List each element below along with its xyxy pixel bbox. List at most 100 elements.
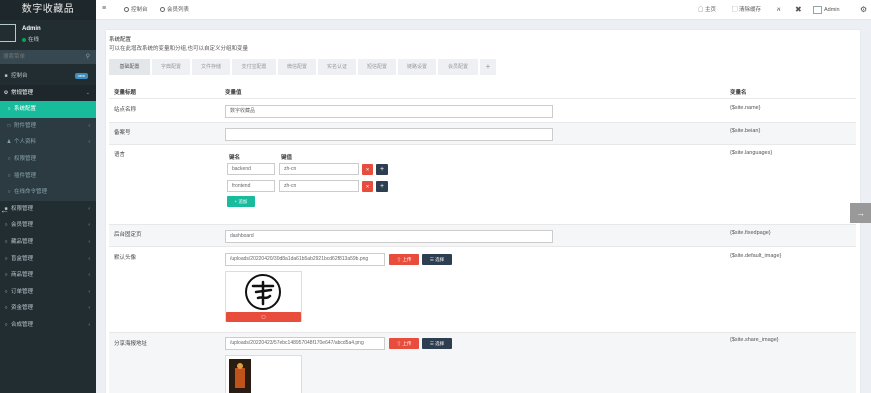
sidebar-item-label: 资金管理	[11, 305, 34, 312]
key-label: 键名	[229, 155, 241, 161]
tab-dashboard[interactable]: 控制台	[120, 4, 152, 16]
calligraphy-image	[245, 274, 281, 310]
online-dot-icon	[22, 37, 26, 42]
sidebar-item-goods[interactable]: ○ 商品管理 ‹	[0, 267, 96, 284]
sidebar-item-label: 商品管理	[11, 272, 34, 279]
sidebar-item-label: 插件管理	[14, 172, 37, 179]
group-icon: ○	[7, 155, 11, 162]
circle-icon: ○	[4, 272, 8, 279]
tab-member[interactable]: 会员配置	[438, 59, 478, 75]
settings-icon[interactable]: ⚙	[860, 4, 867, 16]
sidebar-item-attachment[interactable]: □ 附件管理 ‹	[0, 117, 96, 135]
tab-chain[interactable]: 链路设置	[398, 59, 436, 75]
admin-label: Admin	[824, 7, 840, 13]
tab-label: 控制台	[131, 7, 148, 13]
upload-button[interactable]: ⇧ 上传	[389, 338, 419, 349]
circle-icon: ○	[7, 106, 11, 113]
home-icon: ☖	[698, 7, 706, 13]
row-var: {$site.default_image}	[730, 253, 782, 259]
gear-icon: ⚙	[3, 89, 9, 96]
sidebar-item-label: 个人资料	[14, 139, 37, 146]
language-icon[interactable]: א	[777, 4, 780, 16]
sidebar-item-orders[interactable]: ○ 订单管理 ‹	[0, 284, 96, 301]
delete-icon[interactable]: ▢	[226, 312, 301, 322]
new-badge: new	[74, 73, 88, 79]
sidebar-item-collectible[interactable]: ○ 藏品管理 ‹	[0, 234, 96, 251]
sidebar-item-dashboard[interactable]: ■ 控制台 new	[0, 68, 96, 85]
choose-button[interactable]: ☰ 选择	[422, 338, 452, 349]
sidebar-item-config[interactable]: ○ 系统配置	[0, 101, 96, 118]
tab-alipay[interactable]: 支付宝配置	[232, 59, 276, 75]
sidebar-item-plugins[interactable]: ○ 插件管理	[0, 167, 96, 185]
sidebar-item-label: 会员管理	[11, 222, 34, 229]
tab-storage[interactable]: 文件存储	[192, 59, 230, 75]
default-image-input[interactable]: /uploads/20220420/30d8a1da61b5ab2921bcd6…	[225, 253, 385, 266]
row-label: 语言	[114, 152, 126, 158]
sidebar-item-auth[interactable]: ■ 权限管理 ‹	[0, 201, 96, 218]
row-var: {$site.name}	[730, 105, 761, 111]
remove-icon[interactable]: ✕	[362, 164, 373, 175]
share-image-input[interactable]: /uploads/20220423/57ebc148957048f170e647…	[225, 337, 385, 350]
sidebar-item-label: 盲盒管理	[11, 255, 34, 262]
search-icon[interactable]: ⚲	[86, 53, 90, 60]
fixed-page-input[interactable]: dashboard	[225, 230, 553, 243]
row-label: 站点名称	[114, 107, 137, 113]
sidebar-item-label: 系统配置	[14, 106, 37, 113]
chevron-left-icon: ‹	[88, 272, 90, 279]
tab-basic[interactable]: 基础配置	[109, 59, 150, 75]
chevron-left-icon: ‹	[88, 305, 90, 312]
drag-handle-icon[interactable]: +	[376, 181, 388, 192]
beian-input[interactable]	[225, 128, 553, 141]
tab-sms[interactable]: 短信配置	[358, 59, 396, 75]
chevron-left-icon: ‹	[88, 222, 90, 229]
row-label: 备案号	[114, 130, 131, 136]
sidebar-item-label: 在线命令管理	[14, 189, 48, 196]
sidebar-item-funds[interactable]: ○ 资金管理 ‹	[0, 300, 96, 317]
drag-handle-icon[interactable]: +	[376, 164, 388, 175]
sidebar-item-permission[interactable]: ○ 权限管理	[0, 150, 96, 168]
fullscreen-icon[interactable]: ✖	[795, 4, 802, 16]
brand-logo[interactable]: 数字收藏品	[0, 0, 96, 20]
sidebar-item-profile[interactable]: ♟ 个人资料 ‹	[0, 134, 96, 151]
app-root: 数字收藏品 Admin 在线 ⚲ ■控制台new ⚙常规管理⌄ ○系统配置 □附…	[0, 0, 871, 393]
share-image-preview	[225, 355, 302, 393]
remove-icon[interactable]: ✕	[362, 181, 373, 192]
upload-button[interactable]: ⇧ 上传	[389, 254, 419, 265]
add-tab-icon[interactable]: +	[480, 59, 496, 75]
arrow-right-icon[interactable]: →	[850, 203, 871, 223]
sidebar-item-label: 合成管理	[11, 321, 34, 328]
choose-label: 选择	[435, 341, 445, 346]
sidebar-item-member[interactable]: ○ 会员管理 ‹	[0, 217, 96, 234]
tab-member-list[interactable]: 会员列表	[156, 4, 193, 16]
lang-value-input[interactable]: zh-cn	[279, 180, 359, 192]
table-row: 备案号 {$site.beian}	[109, 122, 856, 144]
site-name-input[interactable]: 数字收藏品	[225, 105, 553, 118]
sidebar-item-label: 藏品管理	[11, 238, 34, 245]
user-menu[interactable]: Admin	[813, 4, 840, 16]
sidebar-item-compose[interactable]: ○ 合成管理 ‹	[0, 317, 96, 334]
sidebar-item-blindbox[interactable]: ○ 盲盒管理 ‹	[0, 251, 96, 268]
chevron-down-icon: ⌄	[85, 89, 90, 96]
tab-realname[interactable]: 实名认证	[318, 59, 356, 75]
choose-button[interactable]: ☰ 选择	[422, 254, 452, 265]
lang-value-input[interactable]: zh-cn	[279, 163, 359, 175]
user-status-text: 在线	[28, 37, 40, 43]
clear-cache-button[interactable]: ▢ 清除缓存	[732, 4, 761, 16]
row-var: {$site.share_image}	[730, 337, 779, 343]
home-link[interactable]: ☖ 主页	[698, 4, 716, 16]
circle-icon: ○	[4, 222, 8, 229]
append-button[interactable]: + 追加	[227, 196, 255, 207]
arrow-left-icon[interactable]: ←	[0, 205, 9, 215]
sidebar-search-input[interactable]	[0, 50, 80, 64]
row-var: {$site.fixedpage}	[730, 230, 771, 236]
tab-wechat[interactable]: 微信配置	[278, 59, 316, 75]
tab-dictionary[interactable]: 字典配置	[152, 59, 190, 75]
lang-key-input[interactable]: backend	[227, 163, 275, 175]
sidebar-item-general[interactable]: ⚙ 常规管理 ⌄	[0, 84, 96, 102]
menu-toggle-icon[interactable]: ≡	[102, 5, 106, 12]
lang-key-input[interactable]: frontend	[227, 180, 275, 192]
header-value: 变量值	[225, 90, 242, 96]
circle-icon: ○	[4, 305, 8, 312]
sidebar-item-command[interactable]: ○ 在线命令管理	[0, 184, 96, 201]
user-icon: ♟	[6, 139, 12, 146]
